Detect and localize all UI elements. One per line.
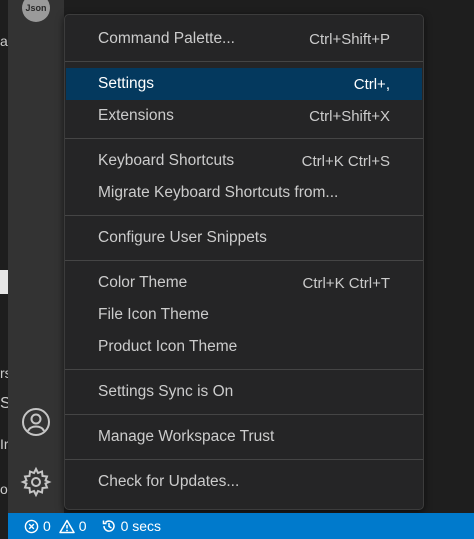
timer-text: 0 secs (120, 518, 162, 534)
menu-item-label: File Icon Theme (98, 306, 209, 323)
menu-item-color-theme[interactable]: Color Theme Ctrl+K Ctrl+T (66, 267, 422, 299)
menu-item-keyboard-shortcuts[interactable]: Keyboard Shortcuts Ctrl+K Ctrl+S (66, 145, 422, 177)
status-bar: 0 0 0 secs (0, 513, 474, 539)
menu-item-label: Product Icon Theme (98, 338, 238, 355)
menu-separator (65, 414, 423, 415)
warning-count: 0 (78, 518, 87, 534)
editor-edge: a rs S Ir o (0, 0, 12, 513)
menu-item-label: Configure User Snippets (98, 229, 267, 246)
menu-item-shortcut: Ctrl+Shift+X (309, 107, 390, 125)
menu-item-shortcut: Ctrl+K Ctrl+S (301, 152, 390, 170)
menu-item-shortcut: Ctrl+Shift+P (309, 30, 390, 48)
menu-separator (65, 215, 423, 216)
menu-item-label: Keyboard Shortcuts (98, 152, 235, 169)
avatar[interactable]: Json (22, 0, 50, 22)
menu-item-label: Manage Workspace Trust (98, 428, 275, 445)
menu-separator (65, 459, 423, 460)
timer-status[interactable]: 0 secs (101, 518, 161, 534)
menu-item-label: Migrate Keyboard Shortcuts from... (98, 184, 339, 201)
menu-separator (65, 260, 423, 261)
menu-item-label: Extensions (98, 107, 174, 124)
menu-item-migrate-keyboard-shortcuts[interactable]: Migrate Keyboard Shortcuts from... (66, 177, 422, 209)
manage-menu: Command Palette... Ctrl+Shift+P Settings… (64, 14, 424, 510)
menu-item-check-for-updates[interactable]: Check for Updates... (66, 466, 422, 498)
menu-separator (65, 61, 423, 62)
error-count: 0 (43, 518, 51, 534)
menu-item-extensions[interactable]: Extensions Ctrl+Shift+X (66, 100, 422, 132)
menu-item-shortcut: Ctrl+, (353, 75, 390, 93)
menu-item-file-icon-theme[interactable]: File Icon Theme (66, 299, 422, 331)
menu-separator (65, 369, 423, 370)
problems-status[interactable]: 0 0 (24, 518, 87, 534)
menu-item-label: Color Theme (98, 274, 188, 291)
menu-item-settings[interactable]: Settings Ctrl+, (66, 68, 422, 100)
menu-item-configure-user-snippets[interactable]: Configure User Snippets (66, 222, 422, 254)
gear-icon[interactable] (18, 464, 54, 500)
menu-item-label: Command Palette... (98, 30, 235, 47)
menu-item-shortcut: Ctrl+K Ctrl+T (302, 274, 390, 292)
warning-icon (59, 519, 75, 534)
menu-item-label: Settings (98, 75, 155, 92)
vscode-window: a rs S Ir o Json Command Palette... Ctrl… (0, 0, 474, 539)
menu-item-label: Check for Updates... (98, 473, 240, 490)
menu-item-label: Settings Sync is On (98, 383, 234, 400)
edge-text-fragment: o (0, 481, 8, 497)
error-icon (24, 519, 39, 534)
menu-item-command-palette[interactable]: Command Palette... Ctrl+Shift+P (66, 23, 422, 55)
menu-item-settings-sync[interactable]: Settings Sync is On (66, 376, 422, 408)
history-icon (101, 518, 117, 534)
edge-text-fragment: a (0, 33, 8, 49)
status-bar-edge (0, 513, 8, 539)
account-icon[interactable] (18, 404, 54, 440)
menu-item-product-icon-theme[interactable]: Product Icon Theme (66, 331, 422, 363)
menu-item-manage-workspace-trust[interactable]: Manage Workspace Trust (66, 421, 422, 453)
menu-separator (65, 138, 423, 139)
edge-highlight (0, 270, 8, 294)
activity-bar: Json (8, 0, 64, 513)
